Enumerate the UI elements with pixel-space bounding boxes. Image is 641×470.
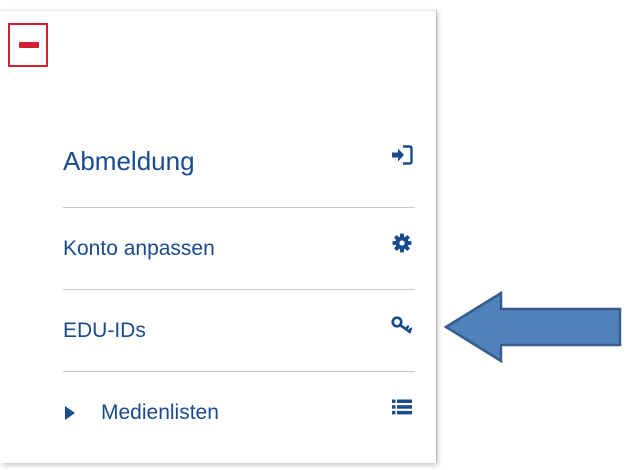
key-icon bbox=[391, 314, 413, 336]
left-arrow-annotation bbox=[443, 290, 622, 364]
menu-item-label: Medienlisten bbox=[101, 400, 219, 424]
collapse-menu-button[interactable] bbox=[8, 23, 48, 67]
account-menu-panel: Abmeldung Konto anpassen EDU-IDs Medienl… bbox=[0, 10, 436, 463]
caret-right-icon[interactable] bbox=[65, 405, 75, 420]
menu-item-edu-ids[interactable]: EDU-IDs bbox=[63, 289, 415, 371]
account-menu: Abmeldung Konto anpassen EDU-IDs Medienl… bbox=[63, 115, 415, 453]
menu-item-abmeldung[interactable]: Abmeldung bbox=[63, 115, 415, 207]
menu-item-label: Konto anpassen bbox=[63, 236, 215, 260]
screenshot-stage: Abmeldung Konto anpassen EDU-IDs Medienl… bbox=[0, 0, 641, 470]
list-icon bbox=[391, 396, 413, 418]
menu-item-medienlisten[interactable]: Medienlisten bbox=[63, 371, 415, 453]
minus-icon bbox=[19, 42, 39, 48]
gear-icon bbox=[391, 232, 413, 254]
menu-item-label: Abmeldung bbox=[63, 145, 195, 176]
sign-in-icon bbox=[391, 144, 413, 166]
menu-item-label-group: Medienlisten bbox=[63, 401, 219, 425]
menu-item-konto-anpassen[interactable]: Konto anpassen bbox=[63, 207, 415, 289]
menu-item-label: EDU-IDs bbox=[63, 318, 146, 342]
